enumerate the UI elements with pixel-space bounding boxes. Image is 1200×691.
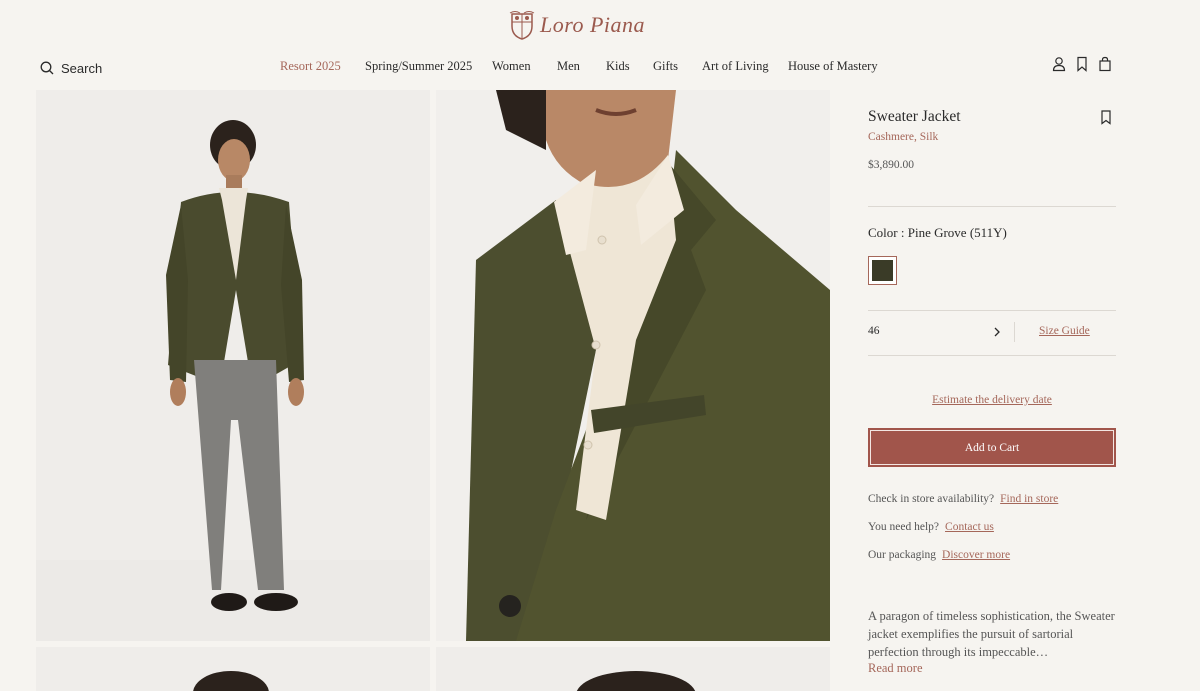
account-icon[interactable] [1052,56,1066,72]
help-question: You need help? [868,521,940,533]
nav-item-art-of-living[interactable]: Art of Living [702,59,769,74]
shopping-bag-icon[interactable] [1098,56,1112,72]
jacket-detail-closeup-photo[interactable] [436,90,830,641]
divider [868,310,1116,311]
model-photo-row-2-right[interactable] [436,647,830,691]
model-photo-row-2-left[interactable] [36,647,430,691]
estimate-delivery-link[interactable]: Estimate the delivery date [868,394,1116,406]
read-more-link[interactable]: Read more [868,661,923,676]
nav-item-spring-summer-2025[interactable]: Spring/Summer 2025 [365,59,472,74]
nav-item-house-of-mastery[interactable]: House of Mastery [788,59,878,74]
nav-item-resort-2025[interactable]: Resort 2025 [280,59,341,74]
crest-icon [509,11,535,40]
contact-us-link[interactable]: Contact us [945,521,994,533]
divider [868,355,1116,356]
help-row: You need help? Contact us [868,521,994,533]
color-swatch-pine-grove[interactable] [868,256,897,285]
product-description: A paragon of timeless sophistication, th… [868,609,1115,659]
full-length-model-photo[interactable] [36,90,430,641]
product-material: Cashmere, Silk [868,131,939,143]
nav-item-women[interactable]: Women [492,59,531,74]
add-to-cart-button[interactable]: Add to Cart [868,428,1116,467]
packaging-row: Our packaging Discover more [868,549,1010,561]
wishlist-icon[interactable] [1075,56,1089,72]
find-in-store-link[interactable]: Find in store [1000,493,1058,505]
add-to-wishlist-icon[interactable] [1100,110,1112,125]
discover-more-link[interactable]: Discover more [942,549,1010,561]
nav-item-kids[interactable]: Kids [606,59,630,74]
nav-item-men[interactable]: Men [557,59,580,74]
chevron-right-icon[interactable] [993,326,1001,342]
product-title: Sweater Jacket [868,108,961,125]
main-navigation: Resort 2025 Spring/Summer 2025 Women Men… [0,59,1200,77]
swatch-fill [872,260,893,281]
brand-logo[interactable]: Loro Piana [508,8,648,42]
store-question: Check in store availability? [868,493,995,505]
color-label: Color : Pine Grove (511Y) [868,225,1007,240]
divider [868,206,1116,207]
size-guide-link[interactable]: Size Guide [1039,325,1090,337]
product-price: $3,890.00 [868,159,914,171]
size-separator [1014,322,1015,342]
brand-wordmark: Loro Piana [540,12,646,37]
store-availability-row: Check in store availability? Find in stor… [868,493,1058,505]
packaging-question: Our packaging [868,549,937,561]
nav-item-gifts[interactable]: Gifts [653,59,678,74]
header-actions [1052,56,1112,72]
size-selector[interactable]: 46 [868,325,880,337]
